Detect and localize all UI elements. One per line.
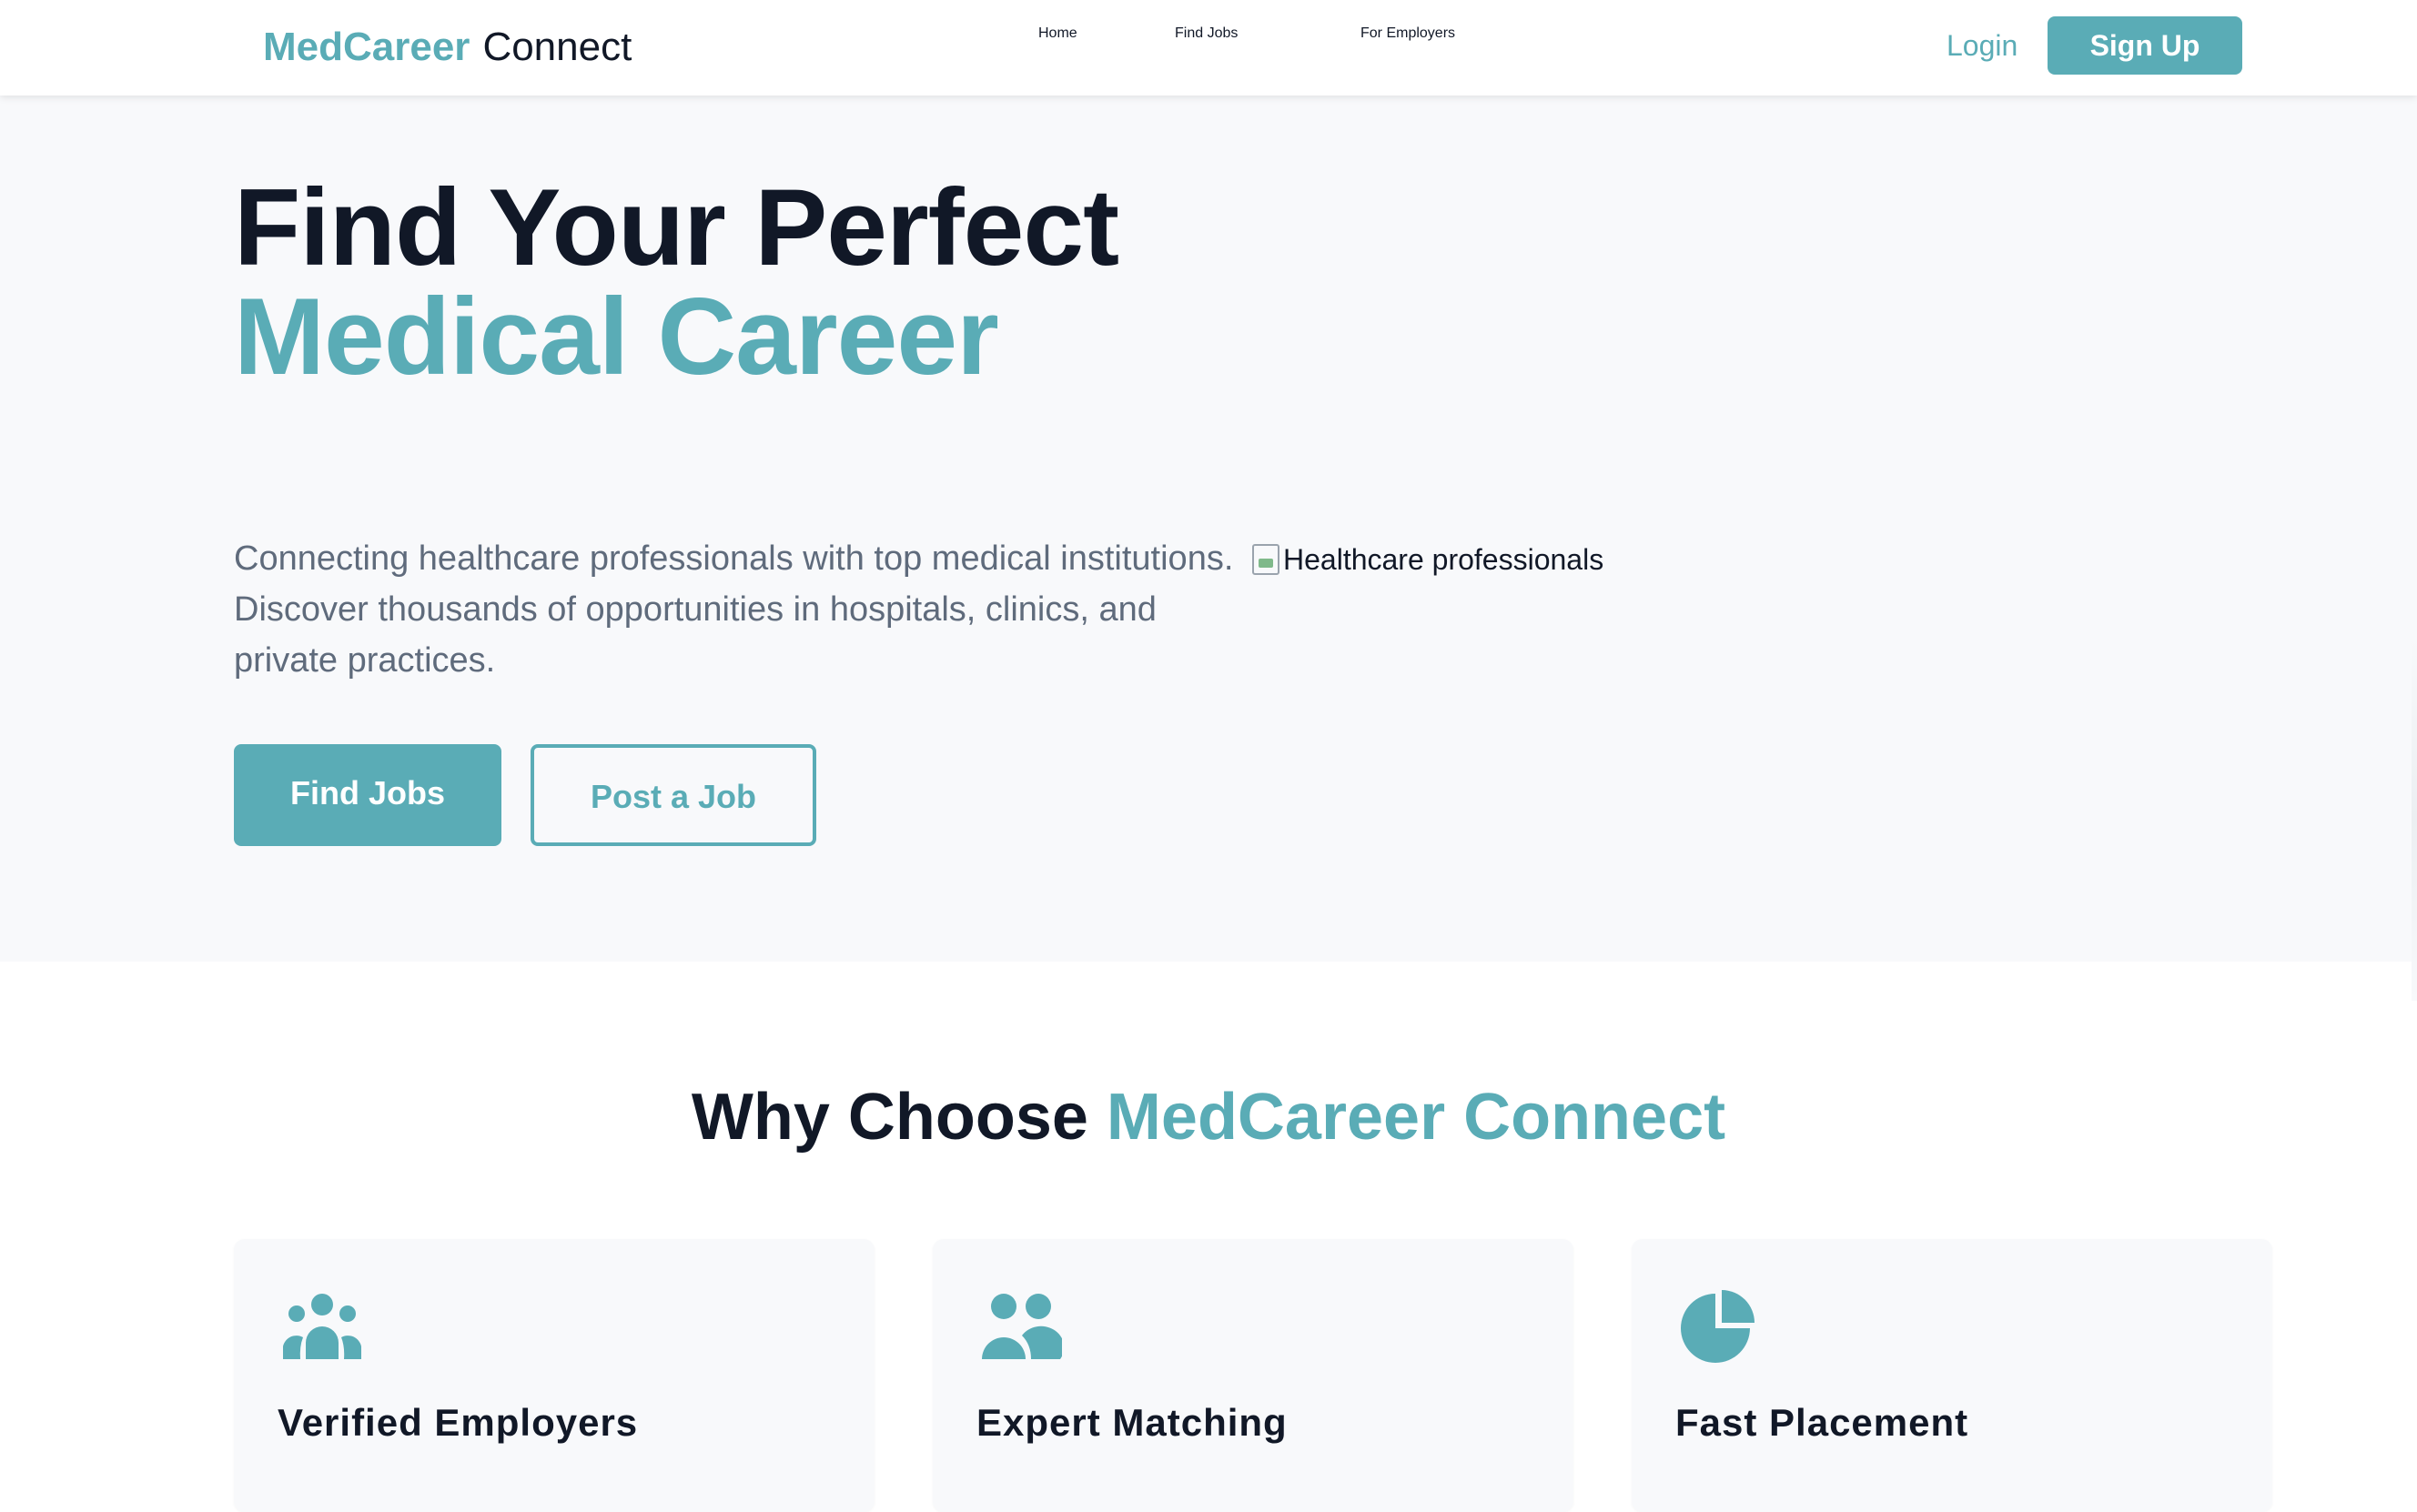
users-icon	[982, 1294, 1062, 1359]
post-a-job-button[interactable]: Post a Job	[531, 744, 816, 846]
feature-card-verified-employers: Verified Employers	[234, 1239, 875, 1512]
logo-brand-text: MedCareer	[263, 25, 470, 69]
signup-button[interactable]: Sign Up	[2048, 16, 2242, 75]
nav-link-find-jobs[interactable]: Find Jobs	[1175, 25, 1238, 42]
feature-card-expert-matching: Expert Matching	[933, 1239, 1573, 1512]
features-heading-accent: MedCareer Connect	[1106, 1081, 1726, 1154]
features-heading: Why Choose MedCareer Connect	[0, 1074, 2417, 1161]
group-icon	[283, 1294, 361, 1359]
broken-image-icon	[1252, 544, 1279, 575]
hero-title-line1: Find Your Perfect	[234, 166, 1119, 288]
feature-title: Expert Matching	[976, 1401, 1288, 1444]
page-edge-shadow	[2412, 637, 2417, 1001]
find-jobs-button[interactable]: Find Jobs	[234, 744, 501, 846]
nav-link-home[interactable]: Home	[1038, 25, 1077, 42]
hero-title-line2: Medical Career	[234, 276, 999, 398]
features-heading-prefix: Why Choose	[691, 1081, 1088, 1154]
feature-title: Fast Placement	[1675, 1401, 1969, 1444]
top-navigation-bar: MedCareer Connect Home Find Jobs For Empl…	[0, 0, 2417, 96]
feature-card-fast-placement: Fast Placement	[1632, 1239, 2272, 1512]
login-link[interactable]: Login	[1947, 25, 2018, 66]
nav-link-for-employers[interactable]: For Employers	[1360, 25, 1455, 42]
feature-title: Verified Employers	[278, 1401, 639, 1444]
site-logo[interactable]: MedCareer Connect	[263, 20, 632, 75]
hero-image-placeholder: Healthcare professionals	[1252, 541, 1603, 578]
hero-image-alt-text: Healthcare professionals	[1283, 542, 1604, 576]
logo-suffix-text: Connect	[482, 25, 632, 69]
hero-description: Connecting healthcare professionals with…	[234, 539, 1234, 680]
pie-chart-icon	[1681, 1290, 1755, 1363]
